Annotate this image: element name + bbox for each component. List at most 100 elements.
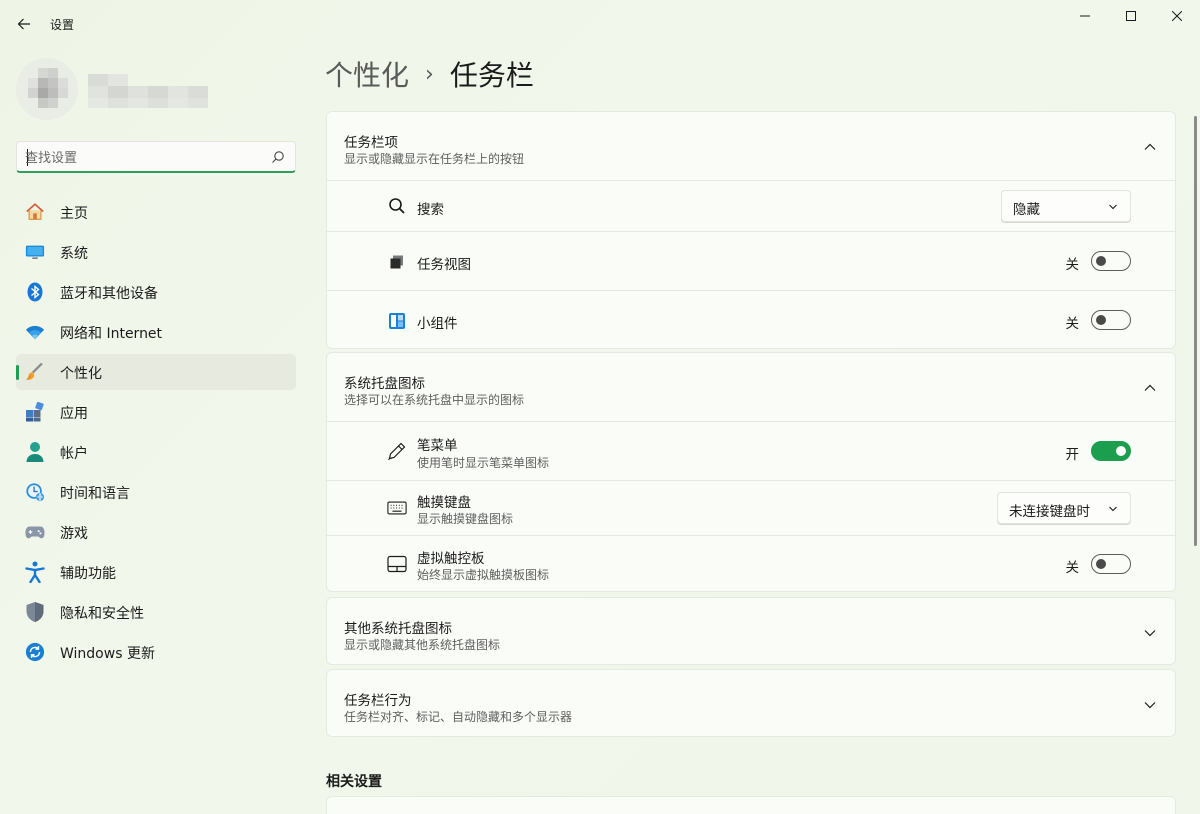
virtual-touchpad-row: 虚拟触控板 始终显示虚拟触摸板图标 关	[327, 535, 1175, 591]
sidebar-item-time-language[interactable]: 时间和语言	[16, 474, 296, 510]
app-title: 设置	[50, 18, 75, 32]
breadcrumb: 个性化 › 任务栏	[325, 54, 534, 94]
sidebar-item-label: 隐私和安全性	[60, 606, 144, 622]
widgets-toggle[interactable]	[1091, 310, 1131, 330]
sidebar-item-home[interactable]: 主页	[16, 194, 296, 230]
dropdown-value: 隐藏	[1013, 202, 1040, 218]
search-input[interactable]	[25, 148, 265, 168]
sidebar-item-system[interactable]: 系统	[16, 234, 296, 270]
touch-keyboard-row: 触摸键盘 显示触摸键盘图标 未连接键盘时	[327, 480, 1175, 535]
sidebar-item-network[interactable]: 网络和 Internet	[16, 314, 296, 350]
accessibility-icon	[25, 561, 45, 583]
virtual-touchpad-desc: 始终显示虚拟触摸板图标	[417, 568, 550, 582]
related-settings-title: 相关设置	[326, 774, 382, 790]
card-title: 任务栏项	[344, 135, 398, 151]
chevron-down-icon	[1109, 506, 1117, 512]
virtual-touchpad-state: 关	[1065, 560, 1080, 576]
task-view-toggle[interactable]	[1091, 251, 1131, 271]
wifi-icon	[25, 322, 45, 342]
close-button[interactable]	[1154, 0, 1200, 32]
keyboard-icon	[387, 498, 407, 518]
search-box[interactable]	[16, 141, 296, 173]
sidebar-item-gaming[interactable]: 游戏	[16, 514, 296, 550]
task-view-state: 关	[1065, 257, 1080, 273]
sidebar-item-label: 主页	[60, 206, 88, 222]
search-icon[interactable]	[271, 150, 285, 164]
gamepad-icon	[25, 522, 45, 542]
touch-keyboard-label: 触摸键盘	[417, 495, 471, 511]
pen-menu-state: 开	[1065, 447, 1080, 463]
search-label: 搜索	[417, 202, 444, 218]
task-view-label: 任务视图	[417, 257, 471, 273]
page-title: 任务栏	[449, 59, 534, 92]
system-tray-card: 系统托盘图标 选择可以在系统托盘中显示的图标 笔菜单 使用笔时显示笔菜单图标 开…	[326, 352, 1176, 592]
pen-menu-desc: 使用笔时显示笔菜单图标	[417, 456, 550, 470]
sidebar-item-label: 游戏	[60, 526, 88, 542]
back-button[interactable]	[12, 12, 36, 36]
sidebar-item-label: 蓝牙和其他设备	[60, 286, 158, 302]
sidebar-item-personalization[interactable]: 个性化	[16, 354, 296, 390]
search-row: 搜索 隐藏	[327, 180, 1175, 231]
taskbar-items-header[interactable]: 任务栏项 显示或隐藏显示在任务栏上的按钮	[327, 112, 1175, 180]
card-subtitle: 任务栏对齐、标记、自动隐藏和多个显示器	[344, 710, 573, 724]
widgets-label: 小组件	[417, 316, 458, 332]
chevron-up-icon[interactable]	[1143, 381, 1157, 395]
shield-icon	[25, 602, 45, 622]
sidebar-item-label: 系统	[60, 246, 88, 262]
scrollbar-thumb[interactable]	[1194, 116, 1197, 546]
touch-keyboard-desc: 显示触摸键盘图标	[417, 512, 514, 526]
task-view-row: 任务视图 关	[327, 231, 1175, 290]
touchpad-icon	[387, 554, 407, 574]
sidebar-item-privacy[interactable]: 隐私和安全性	[16, 594, 296, 630]
taskbar-behavior-header[interactable]: 任务栏行为 任务栏对齐、标记、自动隐藏和多个显示器	[327, 670, 1175, 736]
taskbar-items-card: 任务栏项 显示或隐藏显示在任务栏上的按钮 搜索 隐藏 任务视图 关 小组件 关	[326, 111, 1176, 349]
minimize-button[interactable]	[1062, 0, 1108, 32]
home-icon	[25, 202, 45, 222]
other-tray-icons-card[interactable]: 其他系统托盘图标 显示或隐藏其他系统托盘图标	[326, 597, 1176, 665]
sidebar-item-apps[interactable]: 应用	[16, 394, 296, 430]
sidebar-item-label: 网络和 Internet	[60, 326, 163, 342]
breadcrumb-parent[interactable]: 个性化	[325, 54, 409, 94]
sidebar-item-label: 帐户	[60, 446, 88, 462]
sidebar-item-bluetooth[interactable]: 蓝牙和其他设备	[16, 274, 296, 310]
sidebar-item-label: 辅助功能	[60, 566, 116, 582]
sidebar-item-label: 个性化	[60, 366, 102, 382]
other-tray-icons-header[interactable]: 其他系统托盘图标 显示或隐藏其他系统托盘图标	[327, 598, 1175, 664]
touch-keyboard-dropdown[interactable]: 未连接键盘时	[997, 492, 1131, 524]
search-mode-dropdown[interactable]: 隐藏	[1001, 190, 1131, 222]
virtual-touchpad-toggle[interactable]	[1091, 554, 1131, 574]
maximize-button[interactable]	[1108, 0, 1154, 32]
taskbar-behavior-card[interactable]: 任务栏行为 任务栏对齐、标记、自动隐藏和多个显示器	[326, 669, 1176, 737]
brush-icon	[25, 362, 45, 382]
chevron-up-icon[interactable]	[1143, 140, 1157, 154]
sidebar-item-accounts[interactable]: 帐户	[16, 434, 296, 470]
breadcrumb-separator: ›	[425, 61, 434, 87]
title-bar: 设置	[0, 0, 1200, 48]
sidebar: 主页 系统 蓝牙和其他设备 网络和 Internet 个性化	[0, 48, 312, 814]
card-title: 其他系统托盘图标	[344, 621, 452, 637]
system-icon	[25, 242, 45, 262]
dropdown-value: 未连接键盘时	[1009, 504, 1090, 520]
card-subtitle: 显示或隐藏其他系统托盘图标	[344, 638, 501, 652]
widgets-row: 小组件 关	[327, 290, 1175, 348]
sidebar-item-label: 应用	[60, 406, 88, 422]
pen-menu-toggle[interactable]	[1091, 441, 1131, 461]
sidebar-item-accessibility[interactable]: 辅助功能	[16, 554, 296, 590]
card-title: 系统托盘图标	[344, 376, 425, 392]
related-settings-card[interactable]	[326, 796, 1176, 814]
card-title: 任务栏行为	[344, 693, 412, 709]
close-icon	[1172, 11, 1182, 21]
sidebar-item-label: Windows 更新	[60, 646, 155, 662]
avatar[interactable]	[16, 58, 78, 120]
card-subtitle: 显示或隐藏显示在任务栏上的按钮	[344, 152, 525, 166]
maximize-icon	[1126, 11, 1136, 21]
system-tray-header[interactable]: 系统托盘图标 选择可以在系统托盘中显示的图标	[327, 353, 1175, 421]
widgets-icon	[387, 311, 407, 331]
sidebar-item-windows-update[interactable]: Windows 更新	[16, 634, 296, 670]
chevron-down-icon[interactable]	[1143, 626, 1157, 640]
chevron-down-icon[interactable]	[1143, 698, 1157, 712]
bluetooth-icon	[25, 282, 45, 302]
apps-icon	[25, 402, 45, 422]
pen-icon	[387, 441, 407, 461]
card-subtitle: 选择可以在系统托盘中显示的图标	[344, 393, 525, 407]
